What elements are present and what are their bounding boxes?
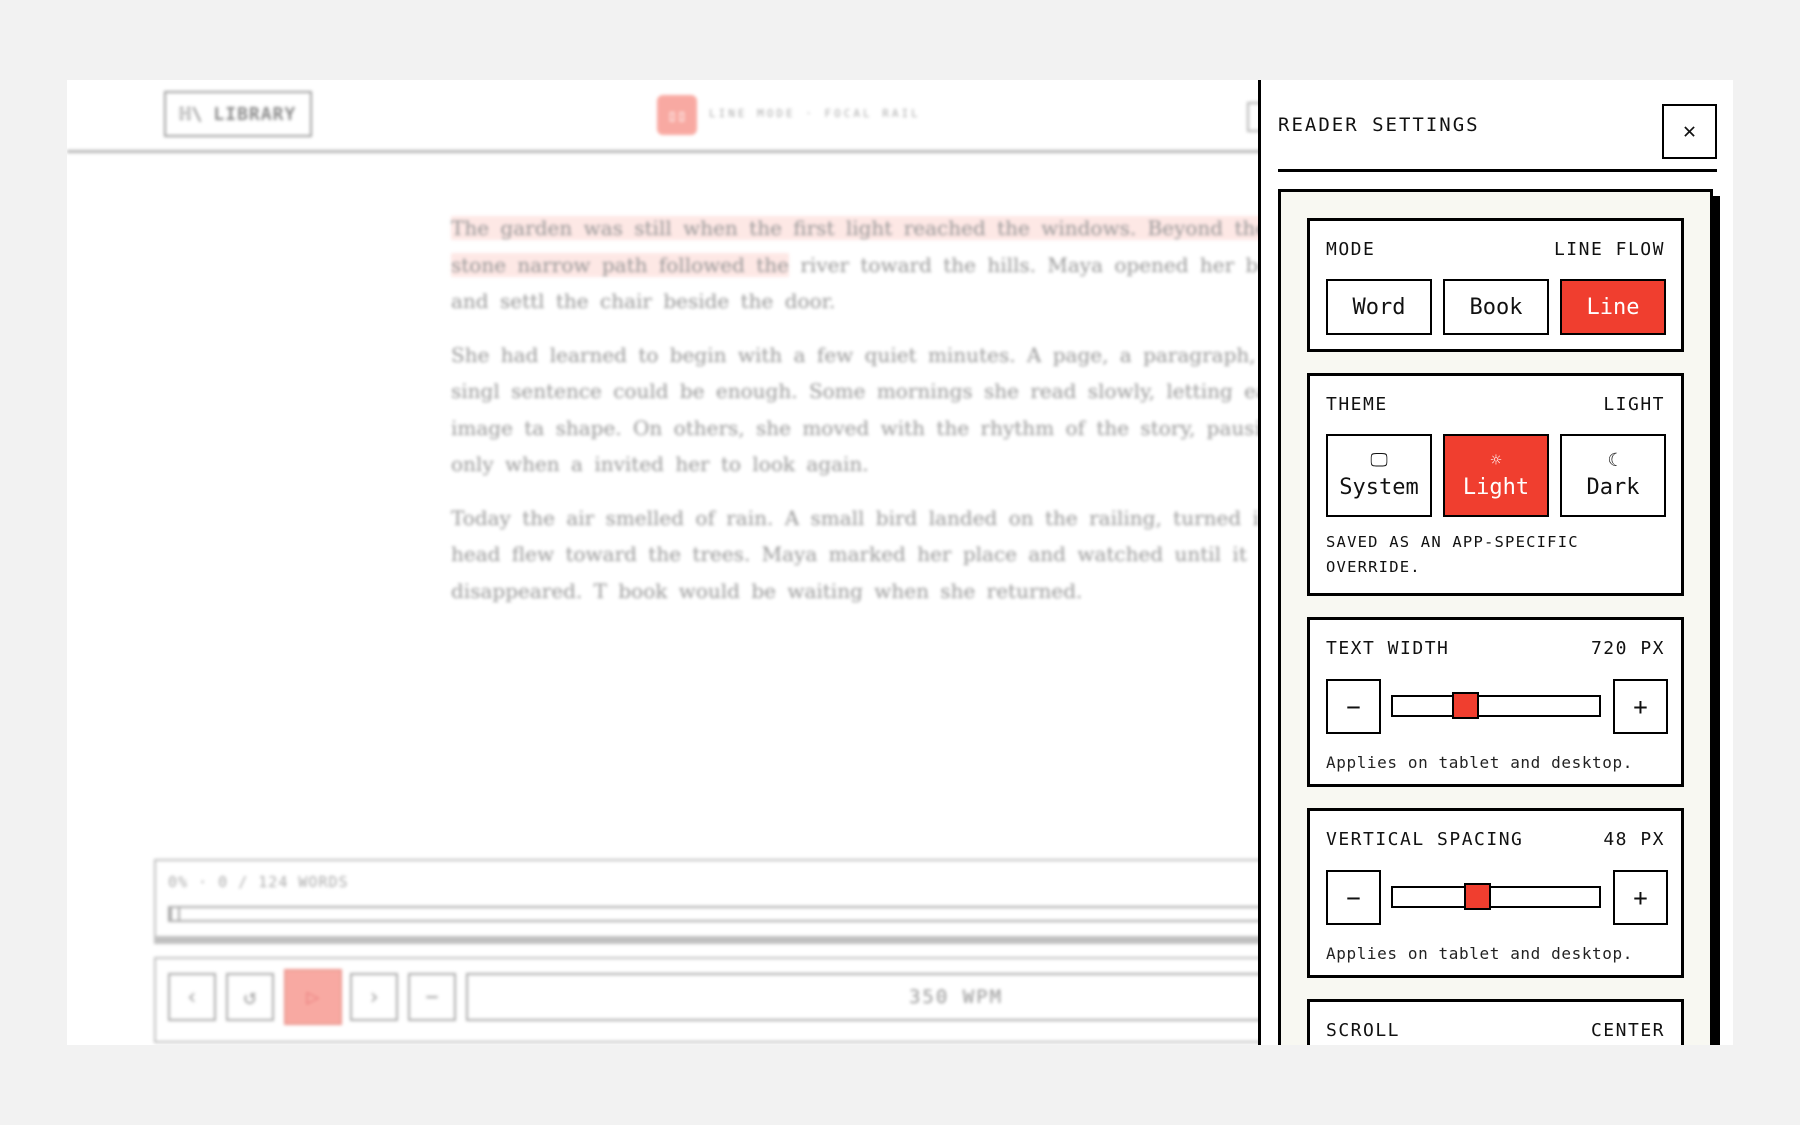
restart-icon[interactable]: ↺	[226, 973, 274, 1021]
theme-note: SAVED AS AN APP-SPECIFIC OVERRIDE.	[1326, 533, 1579, 576]
text-width-section: TEXT WIDTH 720 PX − + Applies on tablet …	[1307, 617, 1684, 787]
minus-icon[interactable]: −	[408, 973, 456, 1021]
vertical-spacing-value: 48 PX	[1603, 829, 1665, 850]
monitor-icon: 🖵	[1370, 449, 1388, 471]
text-width-note: Applies on tablet and desktop.	[1326, 753, 1633, 772]
mode-book-label: Book	[1469, 294, 1523, 320]
moon-icon: ☾	[1607, 449, 1619, 471]
theme-section: THEME LIGHT 🖵 System ☼ Light ☾ Dark SAVE…	[1307, 373, 1684, 596]
mode-caption: LINE MODE · FOCAL RAIL	[709, 107, 921, 120]
minus-icon: −	[1346, 883, 1361, 912]
divider	[1278, 169, 1717, 172]
text-width-decrease-button[interactable]: −	[1326, 679, 1381, 734]
theme-light-label: Light	[1462, 474, 1530, 500]
paragraph: She had learned to begin with a few quie…	[451, 337, 1331, 483]
text-width-slider[interactable]	[1391, 692, 1601, 719]
theme-system-button[interactable]: 🖵 System	[1326, 434, 1432, 517]
mode-label: MODE	[1326, 239, 1376, 260]
mode-word-label: Word	[1352, 294, 1406, 320]
book-open-icon[interactable]: ▯▯	[657, 95, 697, 135]
scroll-value: CENTER	[1590, 1020, 1665, 1041]
scroll-section: SCROLL CENTER	[1307, 999, 1684, 1045]
theme-light-button[interactable]: ☼ Light	[1443, 434, 1549, 517]
slider-thumb[interactable]	[1464, 883, 1492, 910]
library-button[interactable]: ℍ\ LIBRARY	[164, 91, 312, 137]
theme-dark-button[interactable]: ☾ Dark	[1560, 434, 1666, 517]
slider-thumb[interactable]	[1452, 692, 1480, 719]
plus-icon: +	[1633, 692, 1648, 721]
paragraph: The garden was still when the first ligh…	[451, 210, 1331, 320]
vertical-spacing-increase-button[interactable]: +	[1613, 870, 1668, 925]
minus-icon: −	[1346, 692, 1361, 721]
plus-icon: +	[1633, 883, 1648, 912]
chevron-right-icon[interactable]: ›	[350, 973, 398, 1021]
theme-value: LIGHT	[1603, 394, 1665, 415]
theme-system-label: System	[1339, 474, 1419, 500]
mode-value: LINE FLOW	[1553, 239, 1665, 260]
mode-section: MODE LINE FLOW Word Book Line	[1307, 218, 1684, 352]
vertical-spacing-slider[interactable]	[1391, 883, 1601, 910]
chevron-left-icon[interactable]: ‹	[168, 973, 216, 1021]
app-window: ℍ\ LIBRARY ▯▯ LINE MODE · FOCAL RAIL The…	[67, 80, 1733, 1045]
paragraph: Today the air smelled of rain. A small b…	[451, 500, 1331, 610]
library-label: LIBRARY	[213, 103, 297, 125]
panel-title: READER SETTINGS	[1278, 114, 1480, 136]
vertical-spacing-decrease-button[interactable]: −	[1326, 870, 1381, 925]
text-width-label: TEXT WIDTH	[1326, 638, 1450, 659]
close-button[interactable]: ✕	[1662, 104, 1717, 159]
progress-label: 0% · 0 / 124 WORDS	[168, 873, 349, 891]
mode-line-label: Line	[1586, 294, 1640, 320]
mode-line-button[interactable]: Line	[1560, 279, 1666, 335]
paragraph-text: She had learned to begin with a few quie…	[451, 342, 1292, 477]
books-icon: ℍ\	[179, 103, 204, 125]
progress-scrubber[interactable]	[168, 906, 1438, 922]
text-width-increase-button[interactable]: +	[1613, 679, 1668, 734]
theme-label: THEME	[1326, 394, 1388, 415]
paragraph-text: Today the air smelled of rain. A small b…	[451, 505, 1278, 603]
mode-book-button[interactable]: Book	[1443, 279, 1549, 335]
close-icon: ✕	[1682, 119, 1697, 144]
scroll-label: SCROLL	[1326, 1020, 1401, 1041]
text-width-value: 720 PX	[1590, 638, 1665, 659]
mode-word-button[interactable]: Word	[1326, 279, 1432, 335]
sun-icon: ☼	[1490, 449, 1502, 471]
reader-settings-panel: READER SETTINGS ✕ MODE LINE FLOW Word Bo…	[1258, 80, 1733, 1045]
theme-dark-label: Dark	[1586, 474, 1640, 500]
progress-handle[interactable]	[170, 906, 180, 922]
vertical-spacing-note: Applies on tablet and desktop.	[1326, 944, 1633, 963]
play-icon[interactable]: ▷	[284, 969, 342, 1025]
settings-card: MODE LINE FLOW Word Book Line THEME LIGH…	[1278, 189, 1713, 1045]
vertical-spacing-section: VERTICAL SPACING 48 PX − + Applies on ta…	[1307, 808, 1684, 978]
vertical-spacing-label: VERTICAL SPACING	[1326, 829, 1524, 850]
story-text: The garden was still when the first ligh…	[451, 210, 1331, 626]
